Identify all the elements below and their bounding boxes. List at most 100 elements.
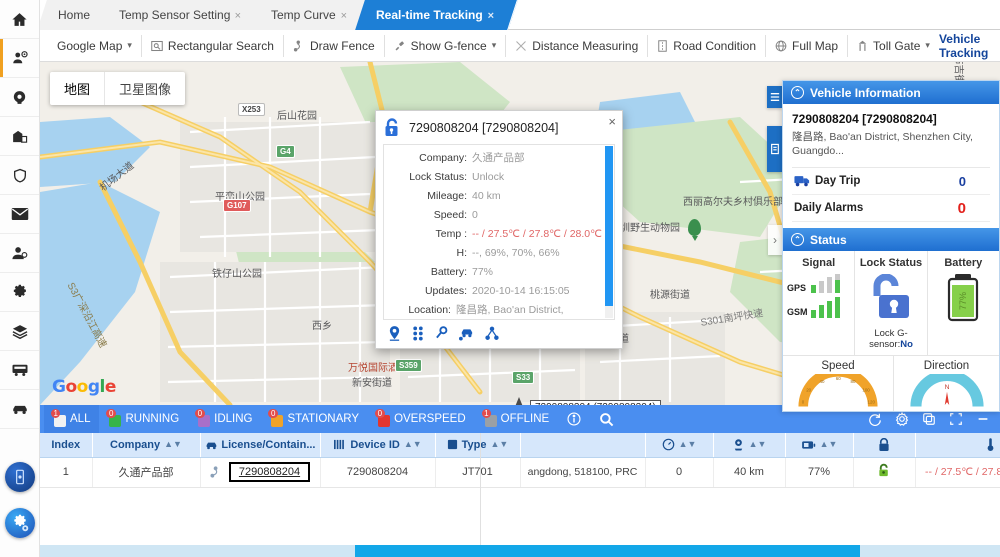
sort-icon[interactable]: ▲▼ <box>164 440 182 449</box>
column-speed[interactable]: ▲▼ <box>645 433 714 458</box>
popup-scrollbar-thumb[interactable] <box>605 146 613 306</box>
map-label: 桃源街道 <box>650 290 690 301</box>
expand-button[interactable] <box>949 412 963 426</box>
filter-idling[interactable]: 0 IDLING <box>188 405 261 433</box>
map-side-tab-report[interactable] <box>767 126 782 172</box>
collapse-icon[interactable]: ⌃ <box>791 233 804 246</box>
sidebar-item-messages[interactable] <box>0 195 39 234</box>
sidebar-item-security[interactable] <box>0 156 39 195</box>
left-sidebar <box>0 0 40 557</box>
column-address[interactable] <box>520 433 646 458</box>
filter-all[interactable]: 1 ALL <box>44 405 100 433</box>
settings-badge[interactable] <box>5 508 35 538</box>
filter-offline[interactable]: 1 OFFLINE <box>475 405 559 433</box>
sort-icon[interactable]: ▲▼ <box>679 440 697 449</box>
map-label: 新安街道 <box>352 378 392 389</box>
full-map-button[interactable]: Full Map <box>765 34 847 57</box>
popup-scrollbar[interactable] <box>605 146 613 318</box>
info-icon <box>567 412 581 426</box>
column-company[interactable]: Company ▲▼ <box>92 433 201 458</box>
sidebar-item-home[interactable] <box>0 0 39 39</box>
direction-gauge: N <box>909 369 984 407</box>
sidebar-item-report[interactable] <box>0 117 39 156</box>
license-link[interactable]: 7290808204 <box>228 462 311 482</box>
sidebar-item-fleet[interactable] <box>0 390 39 429</box>
map-provider-dropdown[interactable]: Google Map ▾ <box>48 35 141 57</box>
copy-button[interactable] <box>922 412 936 426</box>
filter-stationary[interactable]: 0 STATIONARY <box>261 405 368 433</box>
distance-measuring-button[interactable]: Distance Measuring <box>505 34 647 57</box>
tab-close-icon[interactable]: × <box>487 1 493 31</box>
rectangular-search-button[interactable]: Rectangular Search <box>140 34 283 57</box>
sort-icon[interactable]: ▲▼ <box>820 440 838 449</box>
tab-close-icon[interactable]: × <box>235 1 241 31</box>
vehicle-direction-arrow <box>510 397 528 405</box>
column-mileage[interactable]: ▲▼ <box>713 433 786 458</box>
sidebar-item-tracking[interactable] <box>0 39 39 78</box>
road-condition-button[interactable]: Road Condition <box>647 34 765 57</box>
route-icon[interactable] <box>412 326 424 341</box>
column-temperature[interactable] <box>915 433 1000 458</box>
filter-label: OVERSPEED <box>394 413 466 425</box>
mobile-app-badge[interactable] <box>5 462 35 492</box>
column-lock[interactable] <box>853 433 916 458</box>
filter-info-button[interactable] <box>558 405 590 433</box>
tab-close-icon[interactable]: × <box>340 1 346 31</box>
collapse-icon[interactable]: ⌃ <box>791 86 804 99</box>
column-device-id[interactable]: Device ID ▲▼ <box>320 433 436 458</box>
column-index[interactable]: Index <box>40 433 93 458</box>
tab-real-time-tracking[interactable]: Real-time Tracking × <box>355 0 519 31</box>
column-license[interactable]: License/Contain... <box>200 433 321 458</box>
column-battery[interactable]: ▲▼ <box>785 433 854 458</box>
toll-gate-button[interactable]: Toll Gate ▾ <box>847 34 939 57</box>
sort-icon[interactable]: ▲▼ <box>749 440 767 449</box>
map-type-satellite[interactable]: 卫星图像 <box>105 72 185 105</box>
map-label: 后山花园 <box>277 111 317 122</box>
search-icon[interactable] <box>435 326 448 341</box>
share-glyph <box>485 326 499 340</box>
refresh-button[interactable] <box>868 412 882 426</box>
vehicle-marker[interactable]: 7290808204 (7290808204) <box>510 397 661 405</box>
direction-label: Direction <box>923 360 970 372</box>
vehicle-information-title: Vehicle Information <box>810 85 921 100</box>
filter-search-button[interactable] <box>590 405 623 433</box>
truck-icon <box>12 364 27 376</box>
map-type-map[interactable]: 地图 <box>50 72 106 105</box>
locate-icon[interactable] <box>388 326 401 341</box>
sidebar-item-layers[interactable] <box>0 312 39 351</box>
sidebar-item-users[interactable] <box>0 234 39 273</box>
horizontal-scrollbar-thumb[interactable] <box>355 545 860 557</box>
refresh-icon <box>869 413 881 426</box>
popup-body: Company: 久通产品部 Lock Status: Unlock Mileage… <box>383 144 615 320</box>
sidebar-item-settings[interactable] <box>0 273 39 312</box>
map-poi-pin[interactable] <box>688 219 701 241</box>
popup-close-icon[interactable]: × <box>608 115 616 128</box>
toolbar-label: Distance Measuring <box>532 38 639 53</box>
column-label: Type <box>461 438 487 451</box>
right-panel-collapse-button[interactable]: › <box>768 225 782 255</box>
vehicle-track-icon[interactable] <box>459 326 474 341</box>
sort-icon[interactable]: ▲▼ <box>491 440 509 449</box>
sidebar-item-vehicles[interactable] <box>0 351 39 390</box>
status-header: ⌃ Status <box>783 228 999 251</box>
share-icon[interactable] <box>485 326 499 341</box>
tab-temp-curve[interactable]: Temp Curve × <box>249 0 371 31</box>
map-side-tab-list[interactable] <box>767 86 782 108</box>
tab-label: Real-time Tracking <box>375 8 483 22</box>
show-gfence-button[interactable]: Show G-fence ▾ <box>383 34 506 57</box>
column-type[interactable]: Type ▲▼ <box>435 433 521 458</box>
sidebar-item-playback[interactable] <box>0 78 39 117</box>
tab-temp-sensor-setting[interactable]: Temp Sensor Setting × <box>98 0 266 30</box>
map-label: 西丽高尔夫乡村俱乐部 <box>683 197 783 208</box>
tab-label: Temp Sensor Setting <box>119 8 231 22</box>
sort-icon[interactable]: ▲▼ <box>404 440 422 449</box>
all-icon: 1 <box>51 408 67 427</box>
horizontal-scrollbar[interactable] <box>40 545 1000 557</box>
settings-button[interactable] <box>895 412 909 426</box>
filter-running[interactable]: 0 RUNNING <box>99 405 188 433</box>
minimize-button[interactable] <box>976 412 990 426</box>
draw-fence-button[interactable]: Draw Fence <box>282 34 384 57</box>
filter-overspeed[interactable]: 0 OVERSPEED <box>368 405 475 433</box>
popup-row: Mileage: 40 km <box>384 187 602 206</box>
table-row[interactable]: 1 久通产品部 7290808204 7290808204 JT701 angd… <box>40 457 1000 488</box>
